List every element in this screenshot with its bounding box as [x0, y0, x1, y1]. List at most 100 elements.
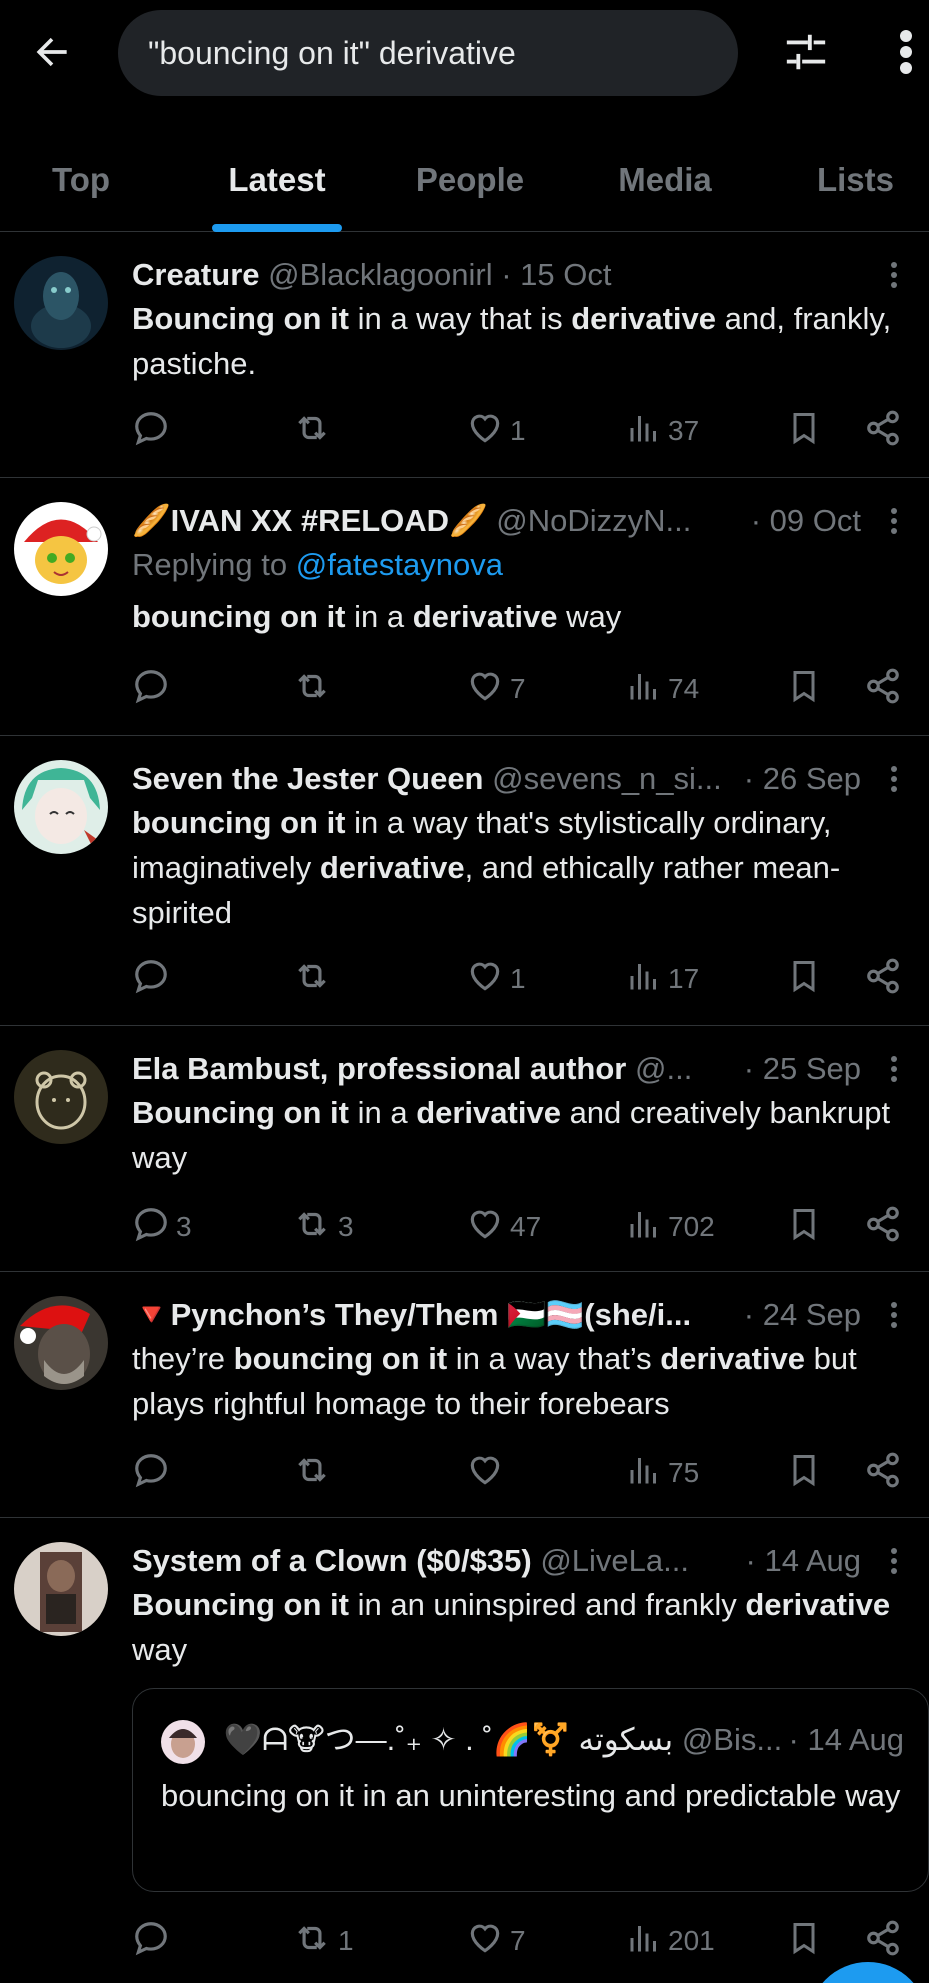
post[interactable]: Seven the Jester Queen @sevens_n_si... ·… — [0, 736, 929, 1026]
repost-button[interactable] — [292, 664, 338, 714]
avatar[interactable] — [14, 1542, 108, 1636]
display-name[interactable]: Ela Bambust, professional author — [132, 1051, 626, 1086]
reply-mention-link[interactable]: @fatestaynova — [296, 547, 503, 582]
tab-lists[interactable]: Lists — [782, 128, 929, 232]
views-button[interactable]: 75 — [626, 1448, 699, 1498]
bookmark-button[interactable] — [786, 406, 822, 456]
bookmark-button[interactable] — [786, 954, 822, 1004]
share-button[interactable] — [864, 406, 902, 456]
repost-button[interactable] — [292, 406, 338, 456]
user-handle[interactable]: @LiveLa... — [540, 1543, 689, 1578]
back-arrow-icon — [36, 37, 67, 67]
share-button[interactable] — [864, 664, 902, 714]
back-button[interactable] — [22, 22, 82, 82]
views-button[interactable]: 74 — [626, 664, 699, 714]
post-more-icon[interactable] — [879, 1294, 909, 1336]
user-handle[interactable]: @sevens_n_si... — [492, 761, 722, 796]
display-name[interactable]: 🥖IVAN XX #RELOAD🥖 — [132, 503, 488, 538]
avatar[interactable] — [14, 256, 108, 350]
bookmark-icon — [786, 1205, 822, 1250]
repost-button[interactable] — [292, 1448, 338, 1498]
reply-button[interactable] — [132, 664, 176, 714]
display-name[interactable]: Creature — [132, 257, 260, 292]
display-name[interactable]: Seven the Jester Queen — [132, 761, 484, 796]
like-icon — [466, 409, 504, 454]
post[interactable]: 🥖IVAN XX #RELOAD🥖 @NoDizzyN... · 09 Oct … — [0, 478, 929, 736]
like-button[interactable]: 7 — [466, 1916, 526, 1966]
post-time[interactable]: 14 Aug — [764, 1543, 861, 1578]
like-button[interactable]: 47 — [466, 1202, 541, 1252]
post-more-icon[interactable] — [879, 254, 909, 296]
display-name[interactable]: System of a Clown ($0/$35) — [132, 1543, 532, 1578]
post[interactable]: 🔻Pynchon’s They/Them 🇵🇸🏳️‍⚧️(she/i... · … — [0, 1272, 929, 1518]
like-icon — [466, 957, 504, 1002]
quoted-post[interactable]: 🖤ᗩ🐮つ—.˚₊ ✧ . ˚🌈⚧️ بسكوته @Bis... · 14 Au… — [132, 1688, 929, 1892]
tab-media[interactable]: Media — [548, 128, 782, 232]
post-time[interactable]: 24 Sep — [763, 1297, 861, 1332]
post[interactable]: System of a Clown ($0/$35) @LiveLa... · … — [0, 1518, 929, 1983]
user-handle[interactable]: @NoDizzyN... — [496, 503, 691, 538]
avatar[interactable] — [14, 760, 108, 854]
share-icon — [864, 409, 902, 454]
tab-people[interactable]: People — [392, 128, 548, 232]
post-text: Bouncing on it in a derivative and creat… — [132, 1095, 891, 1175]
like-icon — [466, 1919, 504, 1964]
repost-button[interactable] — [292, 954, 338, 1004]
like-button[interactable]: 1 — [466, 954, 526, 1004]
post-header: Creature @Blacklagoonirl · 15 Oct — [132, 254, 913, 296]
views-button[interactable]: 37 — [626, 406, 699, 456]
bookmark-button[interactable] — [786, 1202, 822, 1252]
share-button[interactable] — [864, 1202, 902, 1252]
share-button[interactable] — [864, 954, 902, 1004]
post[interactable]: Ela Bambust, professional author @... · … — [0, 1026, 929, 1272]
bookmark-icon — [786, 1919, 822, 1964]
user-handle[interactable]: @... — [635, 1051, 692, 1086]
tab-label: Lists — [816, 161, 895, 198]
more-options-button[interactable] — [876, 22, 929, 82]
post-more-icon[interactable] — [879, 758, 909, 800]
post-more-icon[interactable] — [879, 1048, 909, 1090]
reply-button[interactable] — [132, 1448, 176, 1498]
post-actions: 1 7 201 — [132, 1916, 912, 1966]
bookmark-icon — [786, 957, 822, 1002]
like-button[interactable]: 1 — [466, 406, 526, 456]
reply-button[interactable] — [132, 1916, 176, 1966]
like-button[interactable]: 7 — [466, 664, 526, 714]
tab-latest[interactable]: Latest — [162, 128, 392, 232]
bookmark-button[interactable] — [786, 664, 822, 714]
post-time[interactable]: 15 Oct — [520, 257, 611, 292]
reply-button[interactable] — [132, 954, 176, 1004]
repost-button[interactable]: 1 — [292, 1916, 354, 1966]
bookmark-button[interactable] — [786, 1448, 822, 1498]
quote-header: 🖤ᗩ🐮つ—.˚₊ ✧ . ˚🌈⚧️ بسكوته @Bis... · 14 Au… — [161, 1717, 904, 1764]
post-header: 🔻Pynchon’s They/Them 🇵🇸🏳️‍⚧️(she/i... · … — [132, 1294, 913, 1336]
display-name[interactable]: 🔻Pynchon’s They/Them 🇵🇸🏳️‍⚧️(she/i... — [132, 1297, 691, 1332]
reply-button[interactable]: 3 — [132, 1202, 192, 1252]
post-time[interactable]: 26 Sep — [763, 761, 861, 796]
post-more-icon[interactable] — [879, 500, 909, 542]
tab-label: Latest — [228, 161, 326, 198]
post-more-icon[interactable] — [879, 1540, 909, 1582]
user-handle[interactable]: @Blacklagoonirl — [268, 257, 492, 292]
views-button[interactable]: 201 — [626, 1916, 715, 1966]
search-filter-button[interactable] — [776, 22, 836, 82]
quote-display-name: 🖤ᗩ🐮つ—.˚₊ ✧ . ˚🌈⚧️ بسكوته — [223, 1722, 674, 1757]
reply-icon — [132, 1451, 170, 1496]
reply-button[interactable] — [132, 406, 176, 456]
bookmark-button[interactable] — [786, 1916, 822, 1966]
views-button[interactable]: 702 — [626, 1202, 715, 1252]
search-input[interactable]: "bouncing on it" derivative — [118, 10, 738, 96]
post-time[interactable]: 25 Sep — [763, 1051, 861, 1086]
repost-button[interactable]: 3 — [292, 1202, 354, 1252]
post[interactable]: Creature @Blacklagoonirl · 15 Oct Bounci… — [0, 232, 929, 478]
like-button[interactable] — [466, 1448, 510, 1498]
repost-icon — [292, 409, 332, 454]
share-button[interactable] — [864, 1916, 902, 1966]
avatar[interactable] — [14, 1296, 108, 1390]
share-button[interactable] — [864, 1448, 902, 1498]
post-time[interactable]: 09 Oct — [770, 503, 861, 538]
avatar[interactable] — [14, 1050, 108, 1144]
views-button[interactable]: 17 — [626, 954, 699, 1004]
tab-top[interactable]: Top — [0, 128, 162, 232]
avatar[interactable] — [14, 502, 108, 596]
